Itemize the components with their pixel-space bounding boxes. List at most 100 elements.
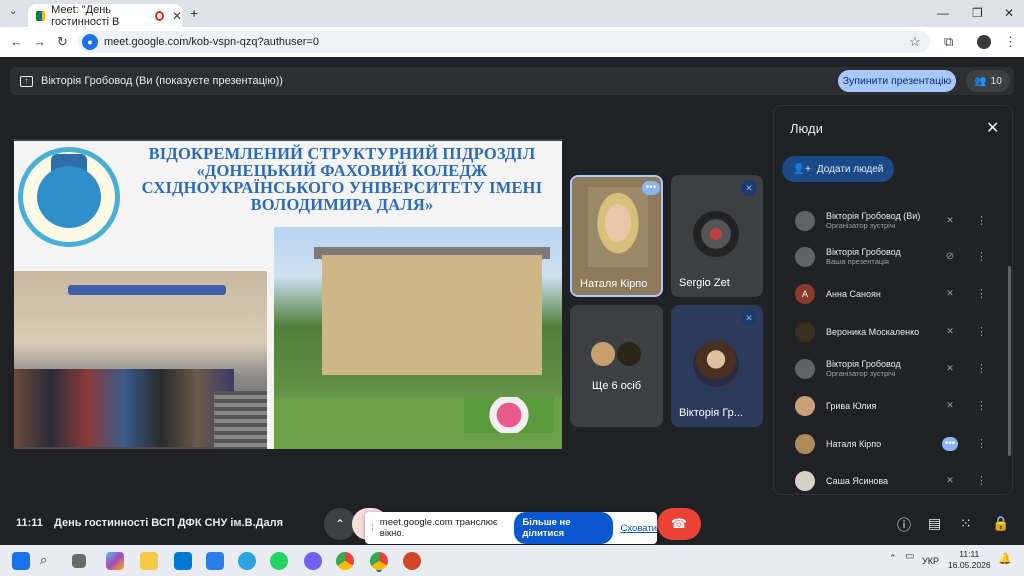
person-more-icon[interactable]: ⋮ <box>976 474 987 487</box>
extensions-puzzle-icon[interactable]: ⧉ <box>944 34 953 50</box>
tab-search-chevron-icon[interactable]: ⌄ <box>9 6 17 17</box>
participant-tile[interactable]: ✕ Sergio Zet <box>671 175 763 297</box>
activities-grid-icon[interactable]: ⁙ <box>960 515 972 532</box>
person-row[interactable]: Грива Юлия ✕ ⋮ <box>774 387 1012 424</box>
maximize-icon[interactable]: ❐ <box>972 6 983 20</box>
person-row[interactable]: Вероника Москаленко ✕ ⋮ <box>774 313 1012 350</box>
omnibox[interactable]: ● meet.google.com/kob-vspn-qzq?authuser=… <box>78 31 930 53</box>
participant-name: Наталя Кірпо <box>580 278 648 290</box>
tab-close-icon[interactable]: ✕ <box>172 9 182 23</box>
mic-off-icon: ✕ <box>741 310 757 326</box>
speaking-indicator-icon[interactable]: ••• <box>942 436 958 451</box>
person-more-icon[interactable]: ⋮ <box>976 325 987 338</box>
store-icon[interactable] <box>206 552 224 570</box>
person-name: Грива Юлия <box>826 400 877 411</box>
stop-presenting-button[interactable]: Зупинити презентацію <box>838 70 956 92</box>
telegram-icon[interactable] <box>238 552 256 570</box>
person-text: Грива Юлия <box>826 401 936 411</box>
person-row[interactable]: Вікторія Гробовод (Ви) Організатор зустрі… <box>774 202 1012 239</box>
stop-sharing-button[interactable]: Більше не ділитися <box>514 512 613 544</box>
mic-off-icon: ✕ <box>741 180 757 196</box>
mic-off-icon[interactable]: ✕ <box>942 400 958 411</box>
browser-tab-strip: ⌄ Meet: "День гостинності В ✕ + — ❐ ✕ <box>0 0 1024 28</box>
back-arrow-icon[interactable]: ← <box>10 34 23 49</box>
input-language[interactable]: УКР <box>922 556 939 566</box>
person-text: Саша Ясинова <box>826 476 936 486</box>
edge-icon[interactable] <box>174 552 192 570</box>
panel-close-icon[interactable]: ✕ <box>986 118 999 138</box>
person-row[interactable]: Вікторія Гробовод Організатор зустрічі ✕ ⋮ <box>774 350 1012 387</box>
meeting-info-icon[interactable]: ⓘ <box>897 515 911 535</box>
task-view-icon[interactable] <box>72 554 86 568</box>
recording-indicator-icon <box>155 10 164 21</box>
person-text: Анна Саноян <box>826 289 936 299</box>
network-icon[interactable]: ▭ <box>905 551 914 562</box>
more-participants-tile[interactable]: Ще 6 осіб <box>570 305 663 427</box>
new-tab-plus-icon[interactable]: + <box>190 5 198 21</box>
college-logo <box>18 147 120 247</box>
mic-off-icon[interactable]: ✕ <box>942 363 958 374</box>
person-more-icon[interactable]: ⋮ <box>976 250 987 263</box>
person-avatar <box>795 210 815 231</box>
tray-chevron-icon[interactable]: ⌃ <box>889 553 897 564</box>
participant-avatar <box>693 341 739 387</box>
whatsapp-icon[interactable] <box>270 552 288 570</box>
mic-off-icon[interactable]: ✕ <box>942 475 958 486</box>
person-row[interactable]: Саша Ясинова ✕ ⋮ <box>774 462 1012 494</box>
chrome-icon[interactable] <box>336 552 354 570</box>
chat-icon[interactable]: ▤ <box>928 515 941 532</box>
chrome-active-icon[interactable] <box>370 552 388 570</box>
add-people-button[interactable]: 👤+ Додати людей <box>782 156 894 182</box>
person-more-icon[interactable]: ⋮ <box>976 399 987 412</box>
person-avatar <box>795 358 815 379</box>
drag-handle-icon[interactable]: ⁞ <box>371 523 374 534</box>
windows-start-icon[interactable] <box>12 552 30 570</box>
participants-count-button[interactable]: 👥 10 <box>966 70 1010 92</box>
system-time: 11:11 <box>959 549 980 559</box>
presentation-audio-off-icon[interactable]: ⊘ <box>942 251 958 262</box>
person-row[interactable]: Наталя Кірпо ••• ⋮ <box>774 425 1012 462</box>
person-more-icon[interactable]: ⋮ <box>976 437 987 450</box>
bookmark-star-icon[interactable]: ☆ <box>909 34 921 50</box>
tab-title: Meet: "День гостинності В <box>51 3 120 28</box>
file-explorer-icon[interactable] <box>140 552 158 570</box>
mic-off-icon[interactable]: ✕ <box>942 326 958 337</box>
add-person-icon: 👤+ <box>792 163 811 175</box>
minimize-icon[interactable]: — <box>937 6 949 20</box>
profile-avatar[interactable] <box>977 35 991 49</box>
powerpoint-icon[interactable] <box>403 552 421 570</box>
person-more-icon[interactable]: ⋮ <box>976 287 987 300</box>
mic-off-icon[interactable]: ✕ <box>942 288 958 299</box>
person-avatar <box>795 395 815 416</box>
viber-icon[interactable] <box>304 552 322 570</box>
reload-icon[interactable]: ↻ <box>57 34 68 50</box>
browser-menu-icon[interactable]: ⋮ <box>1004 34 1017 50</box>
person-text: Вікторія Гробовод Організатор зустрічі <box>826 359 936 378</box>
system-clock[interactable]: 11:11 16.05.2026 <box>948 549 991 571</box>
person-role: Організатор зустрічі <box>826 369 896 378</box>
site-mic-icon[interactable]: ● <box>82 34 98 50</box>
notifications-icon[interactable]: 🔔 <box>998 552 1012 565</box>
hide-link[interactable]: Сховати <box>621 523 657 534</box>
panel-scrollbar[interactable] <box>1008 266 1011 456</box>
search-icon[interactable]: ⌕ <box>40 552 47 568</box>
person-more-icon[interactable]: ⋮ <box>976 214 987 227</box>
meeting-clock: 11:11 <box>16 517 43 529</box>
host-controls-icon[interactable]: 🔒 <box>992 515 1009 532</box>
person-row[interactable]: Вікторія Гробовод Ваша презентація ⊘ ⋮ <box>774 238 1012 275</box>
person-more-icon[interactable]: ⋮ <box>976 362 987 375</box>
window-close-icon[interactable]: ✕ <box>1004 6 1014 20</box>
slide-title-line: ВІДОКРЕМЛЕНИЙ СТРУКТУРНИЙ ПІДРОЗДІЛ <box>148 144 536 163</box>
college-building <box>322 255 542 375</box>
person-row[interactable]: А Анна Саноян ✕ ⋮ <box>774 275 1012 312</box>
participant-avatar <box>693 211 739 257</box>
browser-tab[interactable]: Meet: "День гостинності В ✕ <box>28 3 182 28</box>
participant-tile[interactable]: ✕ Вікторія Гр... <box>671 305 763 427</box>
person-role: Ваша презентація <box>826 257 889 266</box>
leave-call-button[interactable]: ☎ <box>657 508 701 540</box>
forward-arrow-icon[interactable]: → <box>33 34 46 49</box>
copilot-icon[interactable] <box>106 552 124 570</box>
participant-tile[interactable]: ••• Наталя Кірпо <box>570 175 663 297</box>
mic-off-icon[interactable]: ✕ <box>942 215 958 226</box>
person-role: Організатор зустрічі <box>826 221 896 230</box>
